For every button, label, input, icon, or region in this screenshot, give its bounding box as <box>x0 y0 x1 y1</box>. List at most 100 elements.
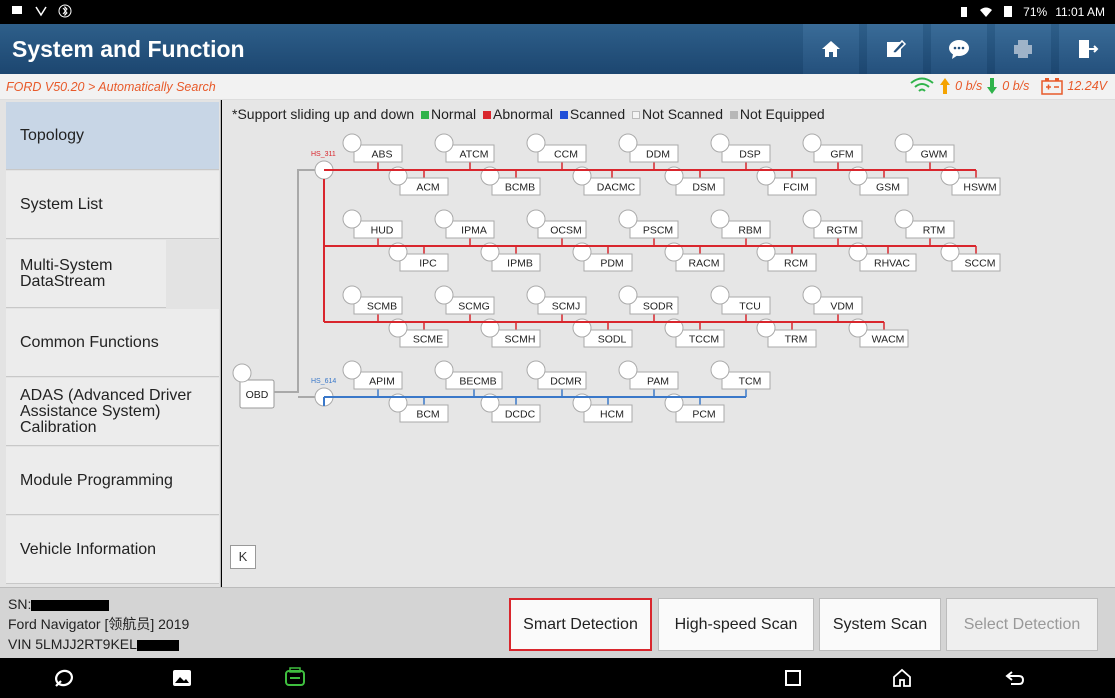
sidebar-item-label: ADAS (Advanced Driver Assistance System)… <box>20 386 192 436</box>
high-speed-scan-button[interactable]: High-speed Scan <box>658 598 814 651</box>
recent-apps-icon[interactable] <box>781 666 805 690</box>
system-scan-button[interactable]: System Scan <box>819 598 941 651</box>
vin-prefix: VIN 5LMJJ2RT9KEL <box>8 636 137 652</box>
exit-icon <box>1079 40 1099 58</box>
download-arrow-icon <box>987 78 998 94</box>
network-stats: 0 b/s 0 b/s 12.24V <box>909 77 1107 95</box>
sidebar-item-label: System List <box>20 195 103 213</box>
module-label: TRM <box>785 334 808 346</box>
bottom-bar: SN: Ford Navigator [领航员] 2019 VIN 5LMJJ2… <box>0 587 1115 658</box>
breadcrumb: FORD V50.20 > Automatically Search <box>6 80 216 94</box>
module-label: PDM <box>600 258 623 270</box>
sidebar-item-common-functions[interactable]: Common Functions <box>6 309 219 377</box>
module-label: DSM <box>692 182 715 194</box>
sidebar-item-topology[interactable]: Topology <box>6 102 219 170</box>
module-label: TCCM <box>689 334 719 346</box>
breadcrumb-bar: FORD V50.20 > Automatically Search 0 b/s… <box>0 74 1115 100</box>
module-label: SCMB <box>367 301 397 313</box>
module-label: IPC <box>419 258 437 270</box>
upload-rate: 0 b/s <box>955 79 983 93</box>
page-title: System and Function <box>12 36 245 62</box>
vehicle-info: SN: Ford Navigator [领航员] 2019 VIN 5LMJJ2… <box>8 594 189 654</box>
bus-hs311-label: HS_311 <box>311 151 336 158</box>
bus-hs614-label: HS_614 <box>311 378 336 385</box>
home-icon <box>822 41 840 57</box>
module-label: BCMB <box>505 182 535 194</box>
vci-icon <box>34 4 48 18</box>
module-label: BCM <box>416 409 439 421</box>
title-bar: System and Function <box>0 24 1115 74</box>
module-label: GSM <box>876 182 900 194</box>
module-label: BECMB <box>459 376 496 388</box>
vehicle-model: Ford Navigator [领航员] 2019 <box>8 616 190 632</box>
vci-app-icon[interactable] <box>283 666 307 690</box>
sidebar-item-adas-calibration[interactable]: ADAS (Advanced Driver Assistance System)… <box>6 378 219 446</box>
navigation-bar <box>0 658 1115 698</box>
module-label: DCMR <box>550 376 582 388</box>
module-label: FCIM <box>783 182 809 194</box>
module-label: RCM <box>784 258 808 270</box>
module-label: RGTM <box>827 225 858 237</box>
topology-diagram: OBD HS_311 ABS ATCM CCM DDM DSP GFM GWM ACM BCMB DA… <box>232 133 1001 423</box>
print-icon <box>1014 40 1032 58</box>
back-icon[interactable] <box>1003 666 1027 690</box>
module-label: SCME <box>413 334 443 346</box>
print-button[interactable] <box>995 24 1051 74</box>
wifi-icon <box>979 5 993 19</box>
sidebar-item-vehicle-information[interactable]: Vehicle Information <box>6 516 219 584</box>
module-label: RBM <box>738 225 761 237</box>
module-label: GFM <box>830 149 853 161</box>
module-label: ATCM <box>460 149 489 161</box>
sidebar-item-label: Common Functions <box>20 333 159 351</box>
vibrate-icon <box>957 5 971 19</box>
sidebar-item-label: Module Programming <box>20 471 173 489</box>
module-label: PAM <box>647 376 669 388</box>
edit-button[interactable] <box>867 24 923 74</box>
module-label: IPMB <box>507 258 533 270</box>
battery-icon <box>1001 5 1015 19</box>
module-label: SODR <box>643 301 674 313</box>
sidebar: Topology System List Multi-System DataSt… <box>0 100 221 587</box>
sidebar-item-multi-system-datastream[interactable]: Multi-System DataStream <box>6 240 166 308</box>
exit-button[interactable] <box>1059 24 1115 74</box>
status-bar: 71% 11:01 AM <box>0 0 1115 24</box>
chat-button[interactable] <box>931 24 987 74</box>
module-label: DDM <box>646 149 670 161</box>
module-label: OCSM <box>550 225 582 237</box>
sidebar-item-module-programming[interactable]: Module Programming <box>6 447 219 515</box>
home-button[interactable] <box>803 24 859 74</box>
module-label: DCDC <box>505 409 536 421</box>
sn-label: SN: <box>8 596 32 612</box>
clock: 11:01 AM <box>1055 5 1105 19</box>
module-label: RHVAC <box>874 258 910 270</box>
sidebar-item-system-list[interactable]: System List <box>6 171 219 239</box>
module-label: HCM <box>600 409 624 421</box>
sidebar-item-label: Topology <box>20 126 85 144</box>
battery-voltage: 12.24V <box>1067 79 1107 93</box>
module-label: TCU <box>739 301 761 313</box>
module-label: DACMC <box>597 182 636 194</box>
module-label: RTM <box>923 225 946 237</box>
browser-icon[interactable] <box>52 666 76 690</box>
module-label: APIM <box>369 376 395 388</box>
redacted-vin <box>136 639 179 651</box>
module-label: VDM <box>830 301 853 313</box>
module-label: HSWM <box>963 182 996 194</box>
bluetooth-icon <box>58 4 72 18</box>
smart-detection-button[interactable]: Smart Detection <box>509 598 652 651</box>
gallery-icon[interactable] <box>170 666 194 690</box>
module-label: CCM <box>554 149 578 161</box>
battery-voltage-icon <box>1041 78 1064 95</box>
download-rate: 0 b/s <box>1002 79 1030 93</box>
topology-panel[interactable]: *Support sliding up and down Normal Abno… <box>222 100 1115 587</box>
select-detection-button[interactable]: Select Detection <box>946 598 1098 651</box>
module-label: RACM <box>689 258 720 270</box>
module-label: SCMH <box>505 334 536 346</box>
toolbar <box>795 24 1115 74</box>
module-label: GWM <box>921 149 948 161</box>
wifi-signal-icon <box>910 77 934 92</box>
collapse-sidebar-button[interactable]: K <box>230 545 256 569</box>
module-label: PSCM <box>643 225 673 237</box>
home-nav-icon[interactable] <box>890 666 914 690</box>
edit-icon <box>887 39 907 57</box>
